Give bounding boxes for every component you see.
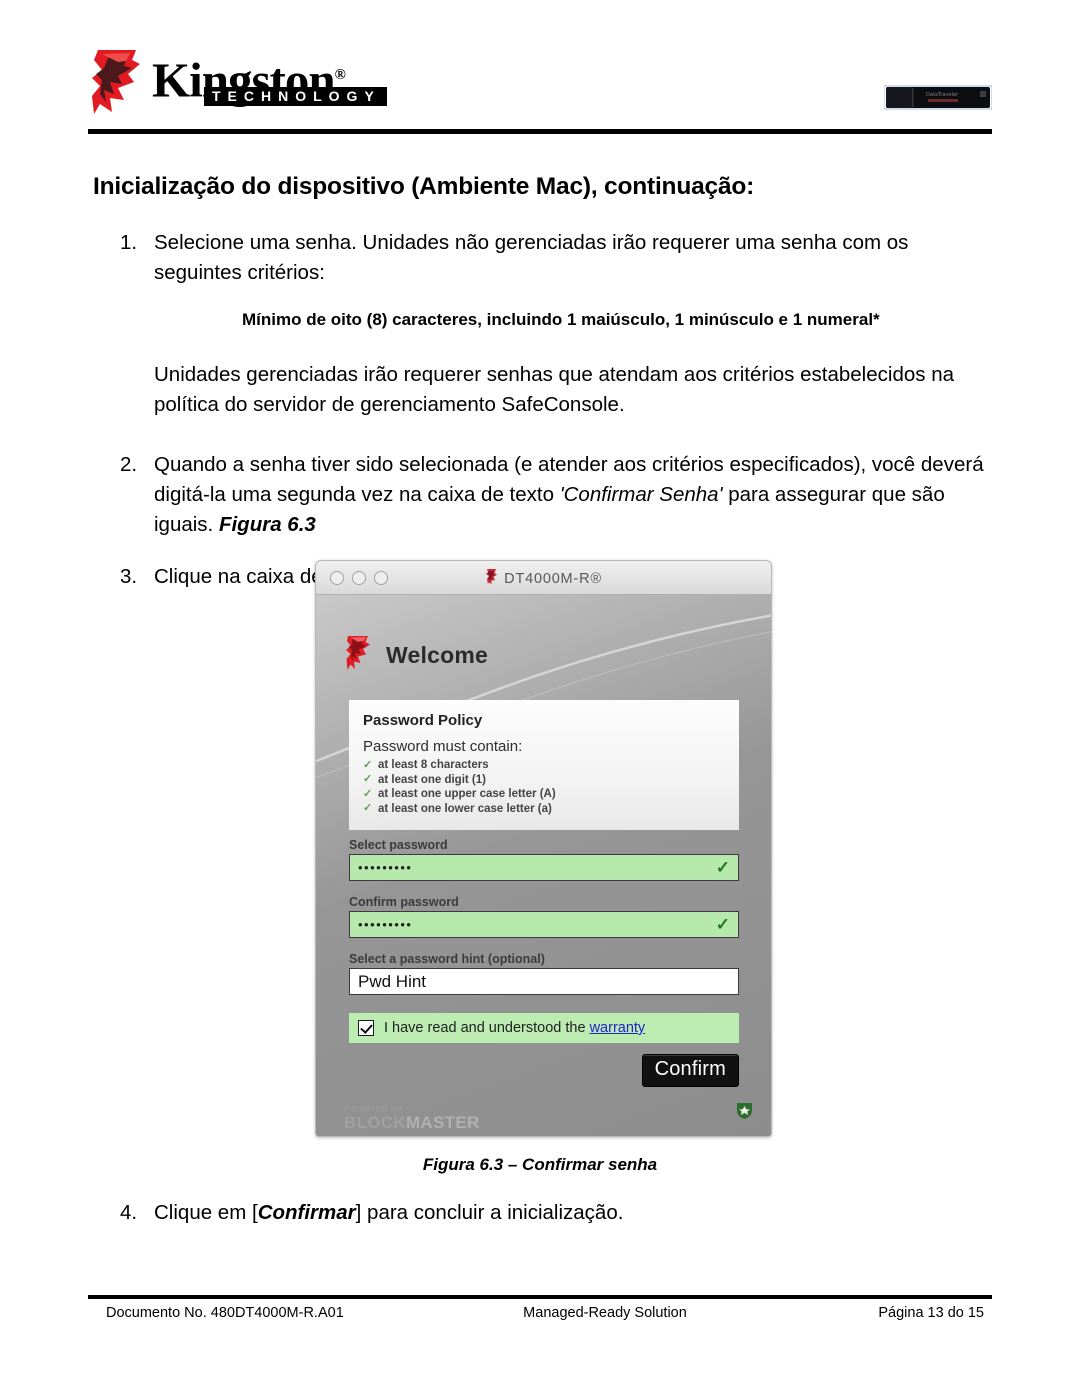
figure-caption: Figura 6.3 – Confirmar senha [422,1155,658,1174]
blockmaster-brand-dark: BLOCK [344,1113,406,1132]
list-item-1-number: 1. [120,231,138,254]
warranty-checkbox[interactable] [358,1020,374,1036]
instruction-list-continued: 4. Clique em [Confirmar] para concluir a… [120,1198,1000,1228]
window-content: Welcome Password Policy Password must co… [316,595,771,1136]
kingston-king-head-icon [88,48,146,118]
figure-6-3: DT4000M-R® Welcome Password Policy Passw… [315,560,772,1137]
confirm-password-label: Confirm password [349,895,459,909]
password-requirement-note: Mínimo de oito (8) caracteres, incluindo… [242,310,880,329]
password-policy-panel: Password Policy Password must contain: ✓… [349,700,739,830]
confirm-password-label-ref: 'Confirmar Senha' [559,483,723,506]
footer-divider [88,1295,992,1299]
policy-rule: ✓ at least 8 characters [363,758,725,773]
blockmaster-brand-light: MASTER [405,1113,480,1132]
figure-reference-2: Figura 6.3 [218,513,316,536]
check-icon: ✓ [363,773,373,786]
select-password-value: ••••••••• [358,860,413,875]
select-password-label: Select password [349,838,448,852]
window-titlebar: DT4000M-R® [316,561,771,595]
kingston-logo: Kingston® TECHNOLOGY [88,48,387,118]
list-item-2-number: 2. [120,453,138,476]
welcome-header: Welcome [344,635,488,676]
password-hint-label: Select a password hint (optional) [349,952,545,966]
warranty-link[interactable]: warranty [590,1020,646,1036]
check-icon: ✓ [715,858,730,877]
select-password-input[interactable]: ••••••••• ✓ [349,854,739,881]
brand-tagline: TECHNOLOGY [204,87,387,106]
registered-mark: ® [334,67,346,83]
policy-rule-label: at least one upper case letter (A) [378,788,556,800]
footer-document-number: Documento No. 480DT4000M-R.A01 [106,1305,344,1321]
warranty-acceptance-row[interactable]: I have read and understood the warranty [349,1013,739,1043]
kingston-king-head-icon [485,568,498,590]
password-policy-subtitle: Password must contain: [363,738,523,755]
header-divider [88,129,992,134]
document-page: Kingston® TECHNOLOGY DataTraveler Inicia… [0,0,1080,1397]
password-hint-value: Pwd Hint [358,971,427,991]
list-item-3-number: 3. [120,565,138,588]
password-policy-title: Password Policy [363,712,483,729]
confirm-button[interactable]: Confirm [641,1054,739,1087]
confirm-password-input[interactable]: ••••••••• ✓ [349,911,739,938]
list-item-1-text: Selecione uma senha. Unidades não gerenc… [154,231,909,284]
page-title: Inicialização do dispositivo (Ambiente M… [93,173,755,200]
page-footer: Documento No. 480DT4000M-R.A01 Managed-R… [88,1305,992,1321]
list-item-4-part2: ] para concluir a inicialização. [355,1201,624,1224]
list-item-4-number: 4. [120,1201,138,1224]
check-icon: ✓ [715,915,730,934]
policy-rule: ✓ at least one upper case letter (A) [363,787,725,802]
policy-rule-label: at least one lower case letter (a) [378,802,552,815]
select-password-group: Select password ••••••••• ✓ [349,838,739,881]
check-icon: ✓ [363,802,373,815]
policy-rule: ✓ at least one lower case letter (a) [363,802,725,817]
mac-application-window: DT4000M-R® Welcome Password Policy Passw… [315,560,772,1137]
svg-text:DataTraveler: DataTraveler [926,92,959,98]
password-hint-input[interactable]: Pwd Hint [349,968,739,995]
check-icon: ✓ [363,787,373,800]
list-item-4-part1: Clique em [ [154,1201,258,1224]
window-title: DT4000M-R® [504,571,602,587]
window-title-group: DT4000M-R® [316,568,771,590]
confirm-button-reference: Confirmar [257,1201,356,1224]
usb-flash-drive-image: DataTraveler [883,85,993,110]
list-item-4-text: Clique em [Confirmar] para concluir a in… [154,1198,1000,1228]
check-icon: ✓ [363,758,373,771]
warranty-label: I have read and understood the warranty [384,1020,645,1036]
confirm-password-group: Confirm password ••••••••• ✓ [349,895,739,938]
policy-rule-label: at least 8 characters [378,759,489,771]
blockmaster-wordmark: BLOCKMASTER [344,1113,480,1132]
footer-solution-name: Managed-Ready Solution [523,1305,687,1321]
confirm-password-value: ••••••••• [358,917,413,932]
page-header: Kingston® TECHNOLOGY DataTraveler [88,48,993,130]
instruction-list: 1. Selecione uma senha. Unidades não ger… [120,228,1000,592]
footer-page-number: Página 13 do 15 [878,1305,984,1321]
list-item-1: 1. Selecione uma senha. Unidades não ger… [120,228,1000,288]
list-item-4: 4. Clique em [Confirmar] para concluir a… [120,1198,1000,1228]
list-item-2-text: Quando a senha tiver sido selecionada (e… [154,450,1000,540]
kingston-king-head-icon [344,635,372,676]
list-item-2: 2. Quando a senha tiver sido selecionada… [120,450,1000,540]
policy-rule-label: at least one digit (1) [378,773,486,786]
powered-by-blockmaster: Powered by BLOCKMASTER [344,1103,480,1132]
password-hint-group: Select a password hint (optional) Pwd Hi… [349,952,739,995]
warranty-text-before: I have read and understood the [384,1020,590,1036]
green-shield-icon [736,1101,753,1125]
policy-rule: ✓ at least one digit (1) [363,773,725,788]
welcome-heading: Welcome [386,642,488,668]
managed-drives-note: Unidades gerenciadas irão requerer senha… [154,363,954,416]
